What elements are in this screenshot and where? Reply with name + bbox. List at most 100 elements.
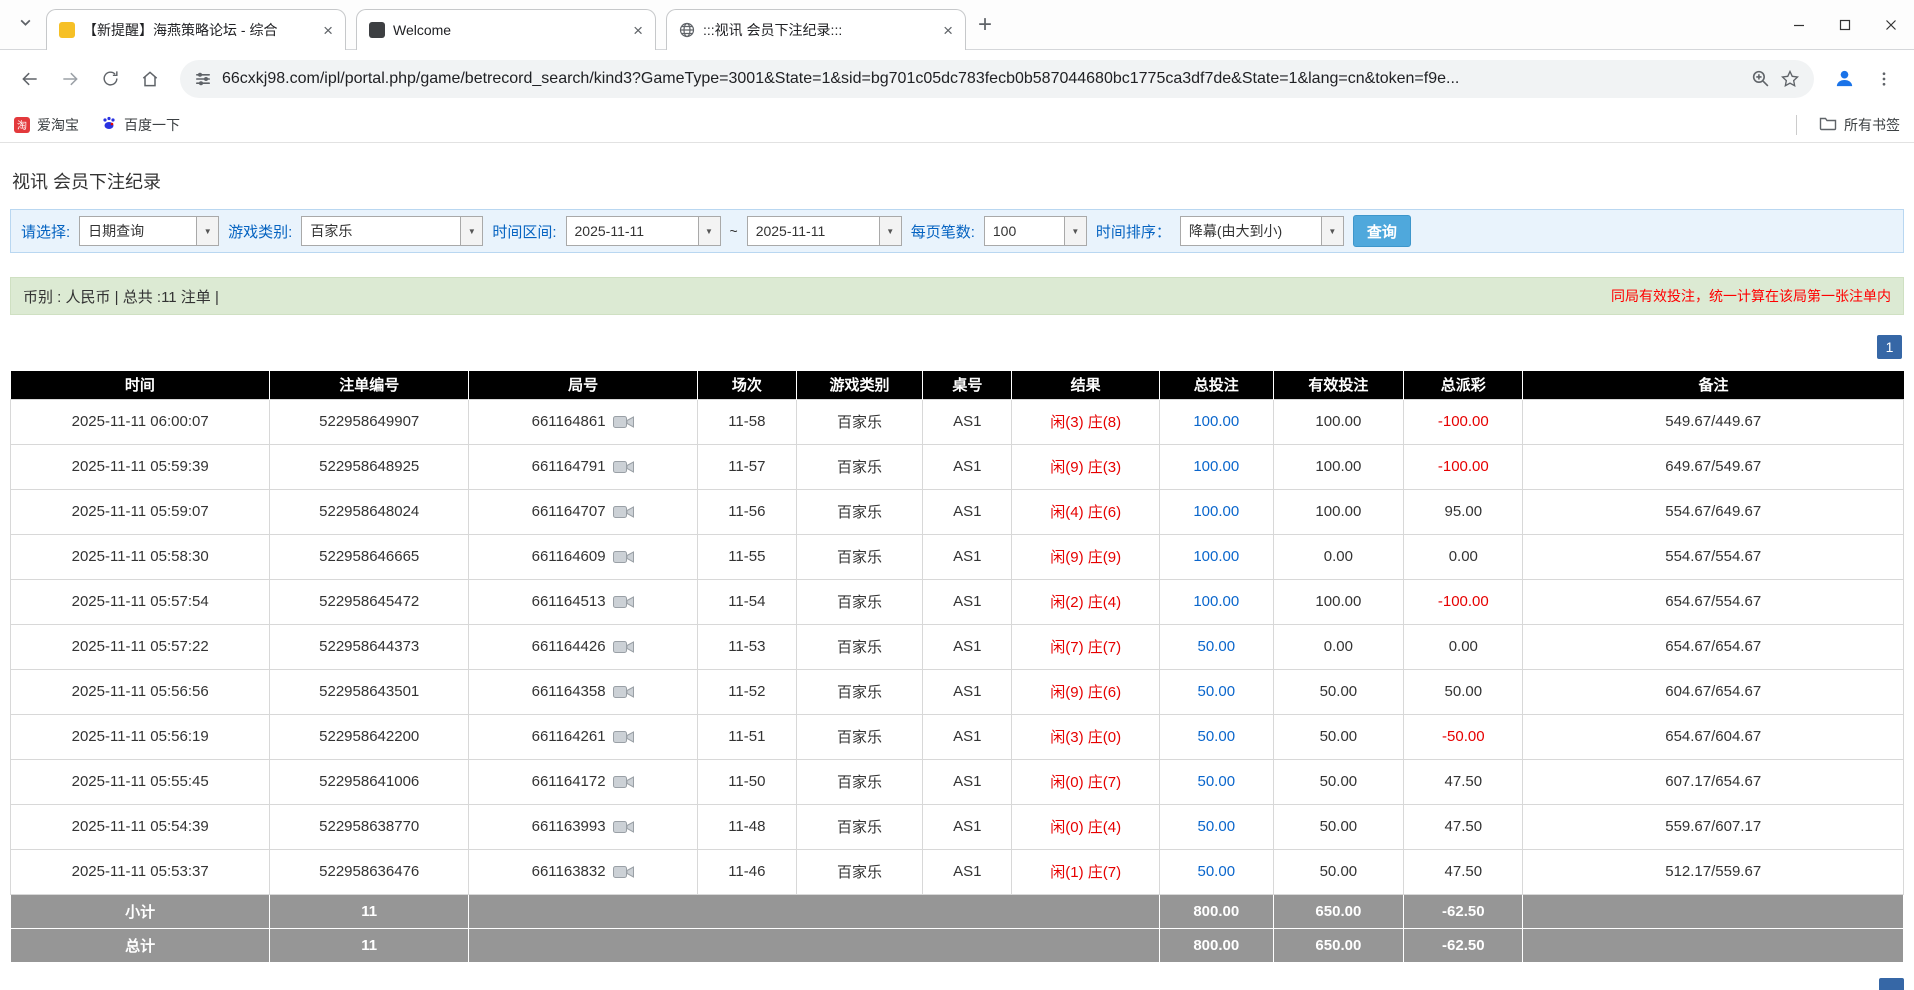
bookmark-baidu[interactable]: 百度一下 — [101, 115, 180, 135]
payout-cell: 50.00 — [1403, 668, 1524, 715]
valid-bet-cell: 100.00 — [1272, 578, 1405, 625]
tab-title: Welcome — [393, 22, 452, 38]
reload-icon[interactable] — [92, 61, 128, 97]
minimize-icon[interactable] — [1776, 0, 1822, 50]
total-bet-cell[interactable]: 50.00 — [1158, 758, 1274, 805]
table-row: 2025-11-11 05:59:39 522958648925 661164791… — [9, 443, 1904, 490]
player-result: 闲(2) — [1050, 594, 1084, 611]
sort-order-select[interactable]: 降幕(由大到小) ▼ — [1179, 216, 1344, 246]
total-bet-cell[interactable]: 50.00 — [1158, 803, 1274, 850]
bet-id-cell: 522958642200 — [269, 713, 470, 760]
chevron-down-icon[interactable]: ▼ — [196, 217, 219, 245]
profile-icon[interactable] — [1826, 61, 1862, 97]
table-no-cell: AS1 — [922, 488, 1013, 535]
total-bet-cell[interactable]: 50.00 — [1158, 713, 1274, 760]
video-icon[interactable] — [612, 729, 635, 745]
payout-cell: 47.50 — [1403, 758, 1524, 805]
all-bookmarks-button[interactable]: 所有书签 — [1819, 115, 1900, 135]
forward-icon[interactable] — [52, 61, 88, 97]
total-bet-cell[interactable]: 100.00 — [1158, 578, 1274, 625]
table-no-cell: AS1 — [922, 803, 1013, 850]
time-cell: 2025-11-11 05:56:19 — [9, 713, 271, 760]
video-icon[interactable] — [612, 459, 635, 475]
valid-bet-cell: 0.00 — [1272, 533, 1405, 580]
home-icon[interactable] — [132, 61, 168, 97]
banker-result: 庄(7) — [1087, 774, 1122, 791]
total-bet-cell[interactable]: 50.00 — [1158, 623, 1274, 670]
query-type-select[interactable]: 日期查询 ▼ — [79, 216, 220, 246]
bottom-page-badge[interactable] — [1879, 978, 1904, 990]
video-icon[interactable] — [612, 594, 635, 610]
column-header: 备注 — [1522, 371, 1904, 399]
valid-bet-cell: 100.00 — [1272, 488, 1405, 535]
site-info-icon[interactable] — [194, 70, 212, 88]
total-bet-cell[interactable]: 100.00 — [1158, 443, 1274, 490]
session-cell: 11-53 — [697, 623, 797, 670]
sort-order-value: 降幕(由大到小) — [1188, 223, 1283, 239]
close-window-icon[interactable] — [1868, 0, 1914, 50]
chevron-down-icon[interactable]: ▼ — [878, 217, 901, 245]
video-icon[interactable] — [612, 549, 635, 565]
address-bar[interactable]: 66cxkj98.com/ipl/portal.php/game/betreco… — [180, 59, 1814, 98]
url-text[interactable]: 66cxkj98.com/ipl/portal.php/game/betreco… — [222, 70, 1741, 88]
result-cell: 闲(2) 庄(4) — [1011, 578, 1160, 625]
tab-search-button[interactable] — [10, 10, 40, 40]
tab-bet-record[interactable]: :::视讯 会员下注纪录::: × — [666, 9, 966, 50]
date-to-select[interactable]: 2025-11-11 ▼ — [746, 216, 902, 246]
tab-welcome[interactable]: Welcome × — [356, 9, 656, 50]
subtotal-payout: -62.50 — [1403, 893, 1524, 929]
close-icon[interactable]: × — [319, 20, 337, 41]
date-from-select[interactable]: 2025-11-11 ▼ — [565, 216, 721, 246]
close-icon[interactable]: × — [939, 20, 957, 41]
video-icon[interactable] — [612, 774, 635, 790]
grand-total-row: 总计 11 800.00 650.00 -62.50 — [9, 927, 1904, 963]
per-page-select[interactable]: 100 ▼ — [983, 216, 1087, 246]
game-type-cell: 百家乐 — [795, 533, 924, 580]
subtotal-count: 11 — [269, 893, 470, 929]
table-no-cell: AS1 — [922, 578, 1013, 625]
chevron-down-icon[interactable]: ▼ — [1063, 217, 1086, 245]
video-icon[interactable] — [612, 504, 635, 520]
note-cell: 649.67/549.67 — [1522, 443, 1904, 490]
search-button[interactable]: 查询 — [1352, 215, 1411, 247]
total-bet-cell[interactable]: 50.00 — [1158, 668, 1274, 715]
video-icon[interactable] — [612, 684, 635, 700]
tab-forum[interactable]: 【新提醒】海燕策略论坛 - 综合 × — [46, 9, 346, 50]
chevron-down-icon[interactable]: ▼ — [1320, 217, 1343, 245]
valid-bet-cell: 50.00 — [1272, 803, 1405, 850]
date-to-value: 2025-11-11 — [755, 223, 826, 239]
table-row: 2025-11-11 05:53:37 522958636476 661163832… — [9, 848, 1904, 895]
table-row: 2025-11-11 05:56:56 522958643501 661164358… — [9, 668, 1904, 715]
note-cell: 654.67/554.67 — [1522, 578, 1904, 625]
video-icon[interactable] — [612, 639, 635, 655]
all-bookmarks-label: 所有书签 — [1844, 116, 1900, 133]
video-icon[interactable] — [612, 414, 635, 430]
bookmarks-divider — [1796, 114, 1797, 135]
round-number: 661164707 — [531, 503, 606, 520]
bookmark-star-icon[interactable] — [1780, 69, 1800, 89]
total-bet-cell[interactable]: 100.00 — [1158, 398, 1274, 445]
chevron-down-icon[interactable]: ▼ — [460, 217, 483, 245]
chevron-down-icon[interactable]: ▼ — [697, 217, 720, 245]
close-icon[interactable]: × — [629, 20, 647, 41]
round-cell: 661164861 — [468, 398, 699, 445]
video-icon[interactable] — [612, 819, 635, 835]
maximize-icon[interactable] — [1822, 0, 1868, 50]
bookmark-taobao[interactable]: 淘 爱淘宝 — [14, 115, 79, 135]
zoom-icon[interactable] — [1751, 69, 1770, 88]
total-bet-cell[interactable]: 100.00 — [1158, 533, 1274, 580]
game-type-select[interactable]: 百家乐 ▼ — [301, 216, 484, 246]
game-type-cell: 百家乐 — [795, 443, 924, 490]
table-row: 2025-11-11 05:56:19 522958642200 661164261… — [9, 713, 1904, 760]
total-bet-cell[interactable]: 100.00 — [1158, 488, 1274, 535]
video-icon[interactable] — [612, 864, 635, 880]
total-bet-cell[interactable]: 50.00 — [1158, 848, 1274, 895]
back-icon[interactable] — [12, 61, 48, 97]
menu-icon[interactable] — [1866, 61, 1902, 97]
column-header: 总派彩 — [1403, 371, 1523, 399]
round-cell: 661164791 — [468, 443, 699, 490]
result-cell: 闲(3) 庄(8) — [1011, 398, 1160, 445]
new-tab-button[interactable]: + — [978, 13, 992, 37]
page-number-button[interactable]: 1 — [1877, 335, 1902, 359]
window-controls — [1776, 0, 1914, 50]
